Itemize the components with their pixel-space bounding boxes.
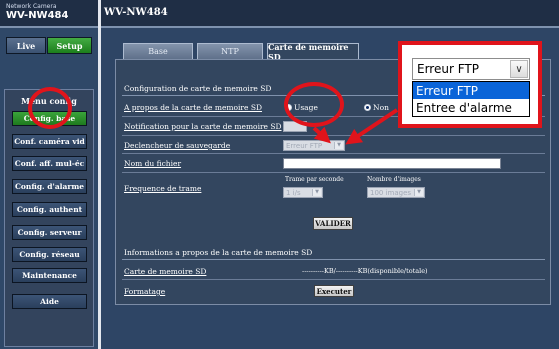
trigger-select-value: Erreur FTP [286,141,323,150]
images-select[interactable]: 100 images ▼ [367,187,425,198]
dropdown-callout: Erreur FTP ∨ Erreur FTP Entree d'alarme [398,41,542,128]
row-divider [122,135,545,136]
brand-logo: Network Camera WV-NW484 [6,3,68,21]
notification-label: Notification pour la carte de memoire SD [124,122,282,131]
menu-config-server[interactable]: Config. serveur [12,225,87,240]
format-label: Formatage [124,287,166,296]
dropdown-selected-value: Erreur FTP [417,62,479,76]
fps-select-value: 1 i/s [286,188,301,197]
page-title: WV-NW484 [104,7,168,18]
menu-help[interactable]: Aide [12,294,87,309]
chevron-down-icon: ▼ [312,189,321,196]
radio-dot-non[interactable] [364,104,371,111]
tab-base[interactable]: Base [123,43,193,59]
left-sidebar: Live Setup Menu config Config. base Conf… [0,28,98,349]
menu-config-multi-screen[interactable]: Conf. aff. mul-éc [12,156,87,171]
row-divider [122,172,545,173]
brand-line: Network Camera [6,3,57,10]
trigger-dropdown-zoom[interactable]: Erreur FTP ∨ [412,58,530,80]
sd-info-section-title: Informations a propos de la carte de mem… [122,246,545,260]
trigger-label: Declencheur de sauvegarde [124,141,231,150]
highlight-circle-usage [284,82,344,127]
fps-select[interactable]: 1 i/s ▼ [283,187,323,198]
fps-caption: Trame par seconde [285,176,344,183]
menu-maintenance[interactable]: Maintenance [12,268,87,283]
header-bar: Network Camera WV-NW484 WV-NW484 [0,0,559,26]
menu-config-camera-video[interactable]: Conf. caméra vid [12,134,87,149]
radio-non[interactable]: Non [364,103,389,112]
row-divider [122,279,545,280]
execute-button[interactable]: Executer [314,285,354,297]
setup-button[interactable]: Setup [47,37,92,54]
images-select-value: 100 images [370,188,412,197]
frequency-label: Frequence de trame [124,184,202,193]
filename-input[interactable] [283,158,501,169]
chevron-down-icon: ▼ [334,142,343,149]
filename-label: Nom du fichier [124,159,182,168]
tab-ntp[interactable]: NTP [197,43,263,59]
sd-usage-label: A propos de la carte de memoire SD [124,103,262,112]
trigger-select[interactable]: Erreur FTP ▼ [283,140,345,151]
brand-model: WV-NW484 [6,10,69,21]
sd-card-capacity: ----------KB/----------KB(disponible/tot… [302,267,428,275]
validate-button[interactable]: VALIDER [313,217,353,230]
menu-config-network[interactable]: Config. réseau [12,247,87,262]
live-button[interactable]: Live [6,37,46,54]
chevron-down-icon[interactable]: ∨ [510,60,528,78]
dropdown-option-ftp-error[interactable]: Erreur FTP [413,82,529,99]
images-caption: Nombre d'images [367,176,421,183]
chevron-down-icon: ▼ [414,189,423,196]
dropdown-option-alarm-input[interactable]: Entree d'alarme [413,99,529,116]
radio-non-label: Non [373,103,389,112]
highlight-circle-menu [28,87,72,129]
menu-config-authentication[interactable]: Config. authent [12,202,87,217]
dropdown-options: Erreur FTP Entree d'alarme [412,81,530,117]
menu-config-alarm[interactable]: Config. d'alarme [12,179,87,194]
sd-card-label: Carte de memoire SD [124,267,207,276]
tab-sd-card[interactable]: Carte de memoire SD [267,42,359,62]
row-divider [122,153,545,154]
